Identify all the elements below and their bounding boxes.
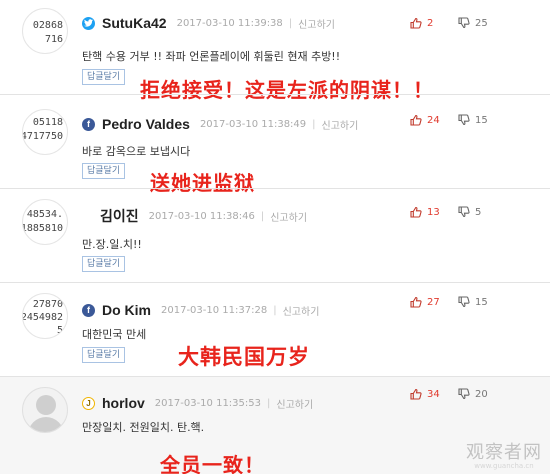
vote-group: 13 5 — [410, 203, 506, 221]
avatar-text: 27870 — [32, 299, 63, 310]
timestamp: 2017-03-10 11:39:38 — [176, 17, 283, 29]
upvote-button[interactable]: 34 — [410, 388, 458, 400]
author-name[interactable]: SutuKa42 — [102, 15, 167, 31]
timestamp: 2017-03-10 11:38:46 — [148, 210, 255, 222]
author-name[interactable]: Pedro Valdes — [102, 116, 190, 132]
avatar-text: 48534. — [26, 209, 63, 220]
comment-header: 김이진 2017-03-10 11:38:46 | 신고하기 — [82, 207, 307, 225]
reply-button[interactable]: 답글달기 — [82, 256, 126, 272]
avatar-text: 5 — [56, 325, 63, 336]
downvote-count: 20 — [475, 388, 488, 400]
comment-4: 27870 2454982 5 f Do Kim 2017-03-10 11:3… — [0, 283, 550, 377]
avatar[interactable]: 02868 716 — [22, 8, 68, 54]
timestamp: 2017-03-10 11:35:53 — [154, 397, 261, 409]
avatar-text: 1885810 — [22, 223, 63, 234]
default-avatar-head — [36, 395, 56, 415]
vote-group: 27 15 — [410, 293, 506, 311]
reply-button[interactable]: 답글달기 — [82, 69, 126, 85]
avatar[interactable]: 48534. 1885810 — [22, 199, 68, 245]
separator: | — [260, 210, 265, 222]
reply-button[interactable]: 답글달기 — [82, 163, 126, 179]
thumbs-up-icon — [410, 206, 422, 218]
vote-group: 2 25 — [410, 14, 506, 32]
separator: | — [288, 17, 293, 29]
separator: | — [312, 118, 316, 130]
report-link[interactable]: 신고하기 — [283, 303, 320, 318]
translation-caption: 大韩民国万岁 — [178, 345, 310, 369]
avatar-text: 4717750 — [22, 131, 63, 142]
upvote-count: 24 — [427, 114, 440, 126]
upvote-count: 2 — [427, 17, 434, 29]
facebook-icon: f — [82, 303, 95, 317]
upvote-button[interactable]: 2 — [410, 17, 458, 29]
default-avatar-body — [28, 417, 64, 432]
avatar-text: 2454982 — [22, 312, 63, 323]
comment-1: 02868 716 SutuKa42 2017-03-10 11:39:38 |… — [0, 0, 550, 102]
thumbs-down-icon — [458, 206, 470, 218]
upvote-count: 13 — [427, 206, 440, 218]
downvote-button[interactable]: 20 — [458, 388, 506, 400]
comment-text: 바로 감옥으로 보냅시다 — [82, 145, 191, 158]
downvote-button[interactable]: 25 — [458, 17, 506, 29]
avatar-text: 716 — [44, 34, 63, 45]
comment-text: 대한민국 만세 — [82, 328, 147, 341]
author-name[interactable]: 김이진 — [100, 206, 139, 226]
avatar[interactable]: 05118 4717750 — [22, 109, 68, 155]
thumbs-up-icon — [410, 388, 422, 400]
downvote-count: 15 — [475, 114, 488, 126]
avatar[interactable]: 27870 2454982 5 — [22, 293, 68, 339]
thumbs-up-icon — [410, 17, 422, 29]
facebook-icon: f — [82, 117, 95, 131]
comment-text: 만.장.일.치!! — [82, 238, 142, 251]
downvote-count: 5 — [475, 206, 482, 218]
downvote-count: 15 — [475, 296, 488, 308]
upvote-button[interactable]: 13 — [410, 206, 458, 218]
vote-group: 34 20 — [410, 385, 506, 403]
translation-caption: 全员一致！ — [160, 453, 265, 474]
downvote-button[interactable]: 5 — [458, 206, 506, 218]
reply-button[interactable]: 답글달기 — [82, 347, 126, 363]
twitter-icon — [82, 16, 95, 30]
comment-2: 05118 4717750 f Pedro Valdes 2017-03-10 … — [0, 95, 550, 195]
author-name[interactable]: Do Kim — [102, 302, 151, 318]
site-watermark: 观察者网 www.guancha.cn — [466, 438, 542, 470]
upvote-button[interactable]: 24 — [410, 114, 458, 126]
thumbs-up-icon — [410, 114, 422, 126]
comment-3: 48534. 1885810 김이진 2017-03-10 11:38:46 |… — [0, 189, 550, 283]
author-name[interactable]: horlov — [102, 395, 145, 411]
upvote-count: 27 — [427, 296, 440, 308]
report-link[interactable]: 신고하기 — [322, 117, 359, 132]
downvote-count: 25 — [475, 17, 488, 29]
downvote-button[interactable]: 15 — [458, 296, 506, 308]
comment-header: f Do Kim 2017-03-10 11:37:28 | 신고하기 — [82, 301, 319, 319]
upvote-count: 34 — [427, 388, 440, 400]
avatar-text: 05118 — [32, 117, 63, 128]
thumbs-down-icon — [458, 114, 470, 126]
watermark-logo: 观察者网 — [466, 442, 542, 463]
separator: | — [267, 397, 271, 409]
thumbs-up-icon — [410, 296, 422, 308]
report-link[interactable]: 신고하기 — [276, 396, 313, 411]
report-link[interactable]: 신고하기 — [270, 209, 307, 224]
thumbs-down-icon — [458, 296, 470, 308]
vote-group: 24 15 — [410, 111, 506, 129]
avatar-text: 02868 — [32, 20, 63, 31]
watermark-url: www.guancha.cn — [474, 462, 534, 470]
thumbs-down-icon — [458, 17, 470, 29]
separator: | — [273, 304, 277, 316]
comment-text: 탄핵 수용 거부 !! 좌파 언론플레이에 휘둘린 현재 추방!! — [82, 50, 341, 63]
avatar[interactable] — [22, 387, 68, 433]
comment-header: J horlov 2017-03-10 11:35:53 | 신고하기 — [82, 394, 313, 412]
report-link[interactable]: 신고하기 — [298, 16, 335, 31]
downvote-button[interactable]: 15 — [458, 114, 506, 126]
comment-header: f Pedro Valdes 2017-03-10 11:38:49 | 신고하… — [82, 115, 358, 133]
timestamp: 2017-03-10 11:37:28 — [161, 304, 268, 316]
upvote-button[interactable]: 27 — [410, 296, 458, 308]
kakao-icon: J — [82, 396, 95, 410]
timestamp: 2017-03-10 11:38:49 — [199, 118, 307, 130]
comment-header: SutuKa42 2017-03-10 11:39:38 | 신고하기 — [82, 14, 335, 32]
comment-text: 만장일치. 전원일치. 탄.핵. — [82, 421, 205, 434]
thumbs-down-icon — [458, 388, 470, 400]
